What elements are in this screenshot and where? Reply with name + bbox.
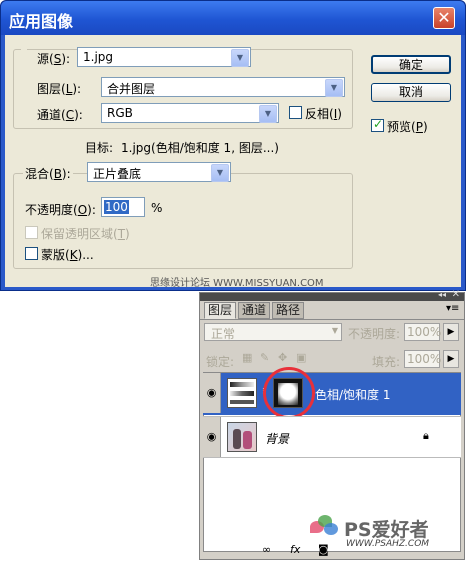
chevron-down-icon[interactable]: ▼ [211, 164, 229, 182]
blending-select[interactable]: 正片叠底 ▼ [87, 162, 231, 182]
watermark-url: WWW.PSAHZ.COM [346, 539, 430, 549]
lock-move-icon[interactable]: ✥ [278, 351, 287, 364]
background-thumbnail[interactable] [227, 422, 257, 452]
visibility-eye-icon[interactable]: ◉ [203, 417, 221, 457]
chevron-down-icon[interactable]: ▼ [332, 326, 338, 335]
title-bar[interactable]: 应用图像 ✕ [1, 1, 465, 35]
opacity-unit: % [151, 201, 163, 215]
lock-transparent-icon[interactable]: ▦ [242, 351, 252, 364]
preview-checkbox[interactable]: ✓ [371, 117, 384, 132]
target-value: 1.jpg(色相/饱和度 1, 图层...) [121, 141, 279, 155]
layer-select[interactable]: 合并图层 ▼ [101, 77, 345, 97]
fill-label: 填充: [372, 355, 401, 369]
watermark-logo [310, 515, 340, 535]
lock-all-icon[interactable]: ▣ [296, 351, 306, 364]
chevron-down-icon[interactable]: ▼ [325, 79, 343, 97]
blend-mode-select[interactable]: 正常 ▼ [204, 323, 342, 341]
ok-button[interactable]: 确定 [371, 55, 451, 74]
preserve-transparency-label: 保留透明区域(T) [41, 227, 130, 241]
channel-label: 通道(C): [37, 108, 83, 122]
link-layers-icon[interactable]: ∞ [262, 543, 271, 556]
source-label: 源(S): [37, 52, 71, 66]
layer-name[interactable]: 背景 [265, 430, 289, 447]
layers-panel: ◂◂ ✕ 图层 通道 路径 ▾≡ 正常 ▼ 不透明度: 100% ▶ 锁定: ▦… [199, 289, 465, 560]
blending-value: 正片叠底 [93, 167, 142, 181]
watermark-brand: PS爱好者 [344, 519, 429, 541]
chevron-down-icon[interactable]: ▼ [231, 49, 249, 67]
mask-label[interactable]: 蒙版(K)... [41, 246, 94, 263]
layer-row-background[interactable]: ◉ 背景 🔒︎ [203, 416, 461, 458]
preserve-transparency-checkbox[interactable] [25, 226, 38, 239]
opacity-value: 100 [104, 200, 129, 214]
tab-paths[interactable]: 路径 [272, 302, 304, 319]
mask-checkbox[interactable] [25, 247, 38, 260]
watermark-top: 思缘设计论坛 WWW.MISSYUAN.COM [150, 278, 324, 289]
opacity-label: 不透明度: [348, 327, 401, 341]
source-select[interactable]: 1.jpg ▼ [77, 47, 251, 67]
lock-brush-icon[interactable]: ✎ [260, 351, 269, 364]
opacity-arrow-button[interactable]: ▶ [443, 323, 459, 341]
fx-icon[interactable]: fx [290, 543, 300, 556]
layer-label: 图层(L): [37, 82, 82, 96]
opacity-input[interactable]: 100 [101, 197, 145, 217]
blend-mode-value: 正常 [211, 327, 236, 341]
target-label: 目标: [85, 141, 114, 155]
panel-header[interactable]: ◂◂ ✕ [200, 289, 464, 301]
tab-layers[interactable]: 图层 [204, 302, 236, 319]
invert-checkbox[interactable] [289, 106, 302, 119]
panel-menu-icon[interactable]: ▾≡ [446, 303, 459, 314]
invert-label[interactable]: 反相(I) [305, 105, 342, 122]
layer-name[interactable]: 色相/饱和度 1 [315, 386, 391, 403]
layer-opacity-input[interactable]: 100% [404, 323, 441, 341]
dialog-title: 应用图像 [9, 12, 74, 31]
collapse-icon[interactable]: ◂◂ [438, 290, 446, 299]
chevron-down-icon[interactable]: ▼ [259, 105, 277, 123]
cancel-button[interactable]: 取消 [371, 83, 451, 102]
tab-channels[interactable]: 通道 [238, 302, 270, 319]
close-button[interactable]: ✕ [433, 7, 455, 29]
fill-input[interactable]: 100% [404, 350, 441, 368]
layer-value: 合并图层 [107, 82, 156, 96]
mask-icon[interactable]: ◙ [318, 543, 329, 556]
channel-value: RGB [107, 106, 133, 120]
highlight-circle [263, 367, 315, 419]
blending-label: 混合(B): [23, 165, 73, 182]
dialog-body: 源(S): 1.jpg ▼ 图层(L): 合并图层 ▼ 通道(C): RGB ▼… [5, 35, 461, 287]
apply-image-dialog: 应用图像 ✕ 源(S): 1.jpg ▼ 图层(L): 合并图层 ▼ 通道(C)… [0, 0, 466, 291]
opacity-label: 不透明度(O): [25, 203, 96, 217]
checkmark-icon: ✓ [373, 117, 384, 131]
lock-icon: 🔒︎ [423, 429, 429, 442]
adjustment-thumbnail[interactable] [227, 378, 257, 408]
visibility-eye-icon[interactable]: ◉ [203, 373, 221, 413]
channel-select[interactable]: RGB ▼ [101, 103, 279, 123]
preview-label[interactable]: 预览(P) [387, 118, 428, 135]
lock-label: 锁定: [206, 355, 235, 369]
source-value: 1.jpg [83, 50, 114, 64]
layer-row-hue-saturation[interactable]: ◉ ⁝ 色相/饱和度 1 [203, 367, 461, 419]
fill-arrow-button[interactable]: ▶ [443, 350, 459, 368]
close-icon[interactable]: ✕ [452, 289, 460, 300]
